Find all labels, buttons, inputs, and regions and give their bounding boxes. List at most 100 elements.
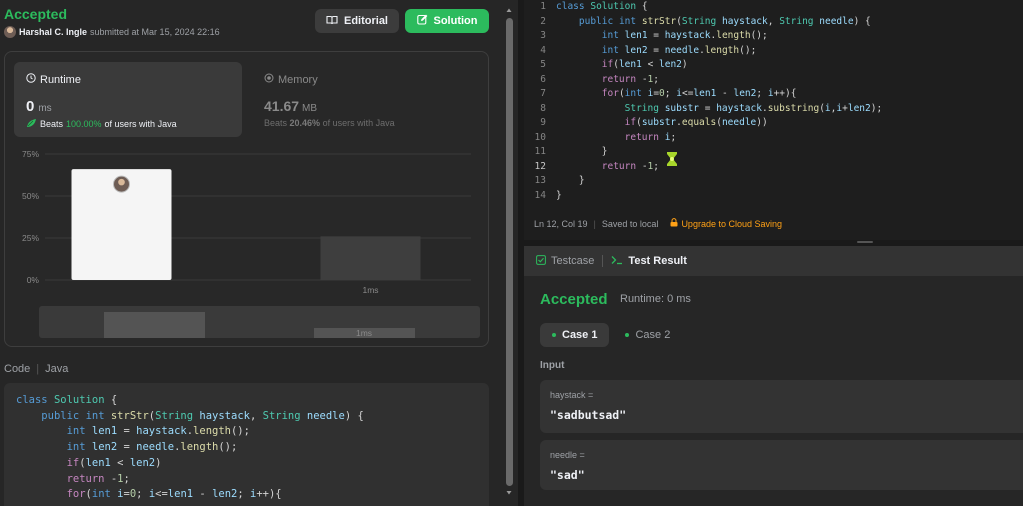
code-line: int len2 = needle.length(); <box>66 441 238 454</box>
case-tabs: Case 1 Case 2 <box>540 323 686 347</box>
y-tick-label: 75% <box>22 149 39 159</box>
line-number: 3 <box>540 30 546 41</box>
result-runtime: Runtime: 0 ms <box>620 293 691 305</box>
editor-line[interactable]: 1 class Solution { <box>524 0 1023 15</box>
editor-status-bar: Ln 12, Col 19 | Saved to local Upgrade t… <box>534 218 783 229</box>
line-content: String substr = haystack.substring(i,i+l… <box>624 102 883 114</box>
input-name: needle = <box>550 450 585 460</box>
code-header: Code | Java <box>4 363 69 375</box>
line-content: } <box>556 175 585 186</box>
code-line: class Solution { <box>16 394 118 406</box>
code-line: if(len1 < len2) <box>66 456 162 469</box>
runtime-beats-pct: 100.00% <box>66 119 102 129</box>
memory-icon <box>264 73 274 86</box>
input-label: Input <box>540 360 565 371</box>
editor-line[interactable]: 9 if(substr.equals(needle)) <box>524 116 1023 131</box>
editor-line[interactable]: 2 public int strStr(String haystack, Str… <box>524 15 1023 30</box>
book-icon <box>326 15 338 28</box>
cursor-position: Ln 12, Col 19 <box>534 218 588 229</box>
y-tick-label: 50% <box>22 191 39 201</box>
y-tick-label: 0% <box>27 275 40 285</box>
line-content: for(int i=0; i<=len1 - len2; i++){ <box>601 88 797 99</box>
editor-line[interactable]: 7 for(int i=0; i<=len1 - len2; i++){ <box>524 87 1023 102</box>
avatar[interactable] <box>4 26 16 38</box>
editor-line[interactable]: 8 String substr = haystack.substring(i,i… <box>524 102 1023 117</box>
editor-line[interactable]: 5 if(len1 < len2) <box>524 58 1023 73</box>
code-line: int len1 = haystack.length(); <box>66 425 250 438</box>
save-status: Saved to local <box>601 218 659 229</box>
submitter-name[interactable]: Harshal C. Ingle <box>19 27 87 37</box>
editor-line[interactable]: 6 return -1; <box>524 73 1023 88</box>
case-tab-2[interactable]: Case 2 <box>613 323 682 347</box>
code-line: return -1; <box>66 472 130 485</box>
terminal-icon <box>611 255 623 268</box>
user-avatar-marker <box>113 175 130 193</box>
line-number: 2 <box>540 15 546 27</box>
memory-unit: MB <box>302 103 318 114</box>
code-editor[interactable]: 1 class Solution {2 public int strStr(Str… <box>524 0 1023 240</box>
editorial-button[interactable]: Editorial <box>315 9 399 33</box>
line-number: 6 <box>540 73 546 85</box>
lock-icon <box>670 218 678 229</box>
x-tick-label: 1ms <box>362 285 378 295</box>
editor-line[interactable]: 11 } <box>524 145 1023 160</box>
runtime-beats: Beats 100.00% of users with Java <box>26 118 177 130</box>
memory-beats-pct: 20.46% <box>289 118 321 128</box>
checkbox-icon <box>536 254 546 268</box>
editor-line[interactable]: 12 return -1; <box>524 160 1023 175</box>
line-number: 12 <box>534 160 546 172</box>
input-value: "sad" <box>550 468 585 482</box>
runtime-box[interactable]: Runtime 0 ms Beats 100.00% of users with… <box>14 62 242 137</box>
edit-icon <box>416 14 428 28</box>
line-number: 11 <box>534 146 546 157</box>
line-content: int len1 = haystack.length(); <box>601 30 768 41</box>
editor-line[interactable]: 10 return i; <box>524 131 1023 146</box>
case-tab-1[interactable]: Case 1 <box>540 323 610 347</box>
tab-testcase[interactable]: Testcase <box>524 254 602 268</box>
runtime-label: Runtime <box>40 73 81 86</box>
overview-label: 1ms <box>356 328 372 338</box>
result-status: Accepted <box>540 291 608 308</box>
overview-bar <box>104 312 205 338</box>
runtime-unit: ms <box>38 103 52 114</box>
tab-test-result[interactable]: Test Result <box>603 255 694 268</box>
result-panel: Testcase Test Result Accepted Runtime: 0… <box>524 246 1023 506</box>
line-content: int len2 = needle.length(); <box>601 44 757 56</box>
editor-line[interactable]: 4 int len2 = needle.length(); <box>524 44 1023 59</box>
code-line: for(int i=0; i<=len1 - len2; i++){ <box>66 488 282 501</box>
upgrade-cloud-saving-link[interactable]: Upgrade to Cloud Saving <box>681 219 782 229</box>
hourglass-icon <box>667 152 677 166</box>
editor-lines[interactable]: 1 class Solution {2 public int strStr(Str… <box>524 0 1023 203</box>
submission-status: Accepted <box>4 6 68 22</box>
line-number: 8 <box>540 102 546 114</box>
line-content: return -1; <box>601 160 660 172</box>
scrollbar-thumb[interactable] <box>506 18 513 486</box>
input-needle[interactable]: needle = "sad" <box>540 440 1023 490</box>
memory-value: 41.67 <box>264 98 300 114</box>
chart-bar[interactable] <box>320 236 421 280</box>
solution-button[interactable]: Solution <box>405 9 489 33</box>
clock-icon <box>26 73 36 86</box>
submitted-code: class Solution { public int strStr(Strin… <box>4 383 489 506</box>
editor-line[interactable]: 3 int len1 = haystack.length(); <box>524 29 1023 44</box>
runtime-value: 0 <box>26 98 35 115</box>
editor-line[interactable]: 14} <box>524 189 1023 204</box>
line-content: return -1; <box>601 73 660 85</box>
submitter-row: Harshal C. Ingle submitted at Mar 15, 20… <box>4 26 220 38</box>
line-number: 1 <box>540 1 546 12</box>
submitted-time: submitted at Mar 15, 2024 22:16 <box>90 27 220 37</box>
line-number: 4 <box>540 44 546 56</box>
runtime-distribution-chart[interactable]: 0% 25% 50% 75% 1ms 1ms <box>5 148 490 343</box>
line-number: 10 <box>534 131 546 143</box>
line-content: return i; <box>624 131 677 143</box>
memory-beats: Beats 20.46% of users with Java <box>264 118 395 128</box>
line-number: 5 <box>540 59 546 70</box>
code-line: public int strStr(String haystack, Strin… <box>41 409 364 422</box>
line-content: if(len1 < len2) <box>601 59 688 70</box>
submission-panel: Accepted Harshal C. Ingle submitted at M… <box>0 0 518 506</box>
code-language: Java <box>45 363 69 375</box>
leaf-icon <box>26 118 37 130</box>
scrollbar[interactable] <box>505 6 513 498</box>
editor-line[interactable]: 13 } <box>524 174 1023 189</box>
input-haystack[interactable]: haystack = "sadbutsad" <box>540 380 1023 433</box>
